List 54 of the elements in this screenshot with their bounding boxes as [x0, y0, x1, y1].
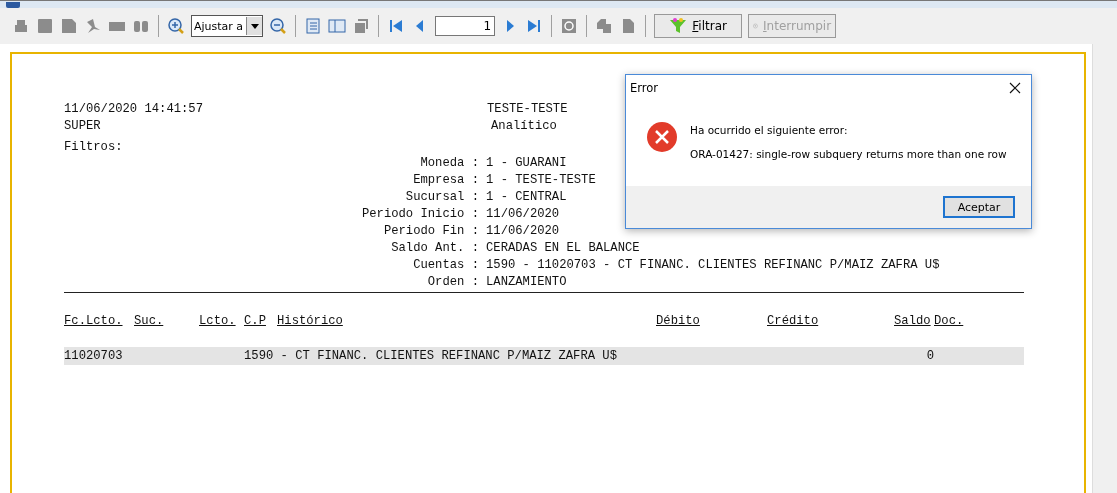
report-timestamp: 11/06/2020 14:41:57: [64, 101, 204, 116]
copy-icon[interactable]: [595, 17, 614, 35]
filter-label: Cuentas :: [413, 258, 479, 272]
column-header: Saldo: [894, 314, 931, 328]
filter-label: Saldo Ant. :: [391, 241, 479, 255]
filter-label: Moneda :: [420, 156, 479, 170]
error-message: ORA-01427: single-row subquery returns more than one row: [690, 148, 1007, 160]
column-header: Suc.: [134, 314, 164, 328]
filter-value: CERADAS EN EL BALANCE: [486, 241, 640, 255]
filters-label: Filtros:: [64, 139, 123, 154]
page-icon[interactable]: [36, 17, 54, 35]
company-name: TESTE-TESTE: [487, 101, 568, 116]
table-cell: 0: [926, 349, 934, 363]
dialog-title: Error: [630, 81, 659, 95]
stop-icon[interactable]: [560, 17, 579, 35]
page-number-field[interactable]: 1: [435, 16, 496, 36]
funnel-icon: [669, 17, 688, 35]
filter-label: Orden :: [427, 275, 479, 289]
filter-label: Empresa :: [413, 173, 479, 187]
filter-value: LANZAMIENTO: [486, 275, 567, 289]
filter-value: 1 - GUARANI: [486, 156, 567, 170]
print-icon[interactable]: [12, 17, 30, 35]
filter-value: 1 - CENTRAL: [486, 190, 567, 204]
report-type: Analítico: [491, 118, 557, 133]
filter-label: Periodo Fin :: [383, 224, 479, 238]
filter-value: 11/06/2020: [486, 224, 560, 238]
zoom-out-icon[interactable]: [269, 17, 288, 35]
column-header: Fc.Lcto.: [64, 314, 123, 328]
error-heading: Ha ocurrido el siguiente error:: [690, 124, 849, 136]
table-cell: 1590 - CT FINANC. CLIENTES REFINANC P/MAIZ ZAFRA U$: [244, 349, 617, 363]
list-icon[interactable]: [304, 17, 323, 35]
error-icon: [646, 121, 678, 153]
zoom-in-icon[interactable]: [167, 17, 185, 35]
column-header: Doc.: [934, 314, 964, 328]
table-cell: 11020703: [64, 349, 123, 363]
column-header: Crédito: [767, 314, 819, 328]
accept-button[interactable]: Aceptar: [943, 196, 1015, 218]
filter-value: 1 - TESTE-TESTE: [486, 173, 596, 187]
column-header: Débito: [656, 314, 700, 328]
user-name: SUPER: [64, 118, 102, 133]
layout-icon[interactable]: [328, 17, 347, 35]
zoom-select[interactable]: Ajustar a: [191, 15, 264, 37]
filter-label: Periodo Inicio :: [361, 207, 479, 221]
filter-value: 11/06/2020: [486, 207, 560, 221]
filter-label: Sucursal :: [405, 190, 479, 204]
pages-icon[interactable]: [352, 17, 371, 35]
caret-icon: [250, 23, 259, 29]
column-header: Histórico: [277, 314, 343, 328]
column-header: Lcto.: [199, 314, 236, 328]
app-icon: [6, 2, 20, 8]
filter-value: 1590 - 11020703 - CT FINANC. CLIENTES REFINANC P/MAIZ ZAFRA U$: [486, 258, 940, 272]
close-button[interactable]: [1007, 80, 1023, 96]
column-header: C.P: [244, 314, 266, 328]
toolbar-button[interactable]: Filtrar: [654, 14, 743, 38]
